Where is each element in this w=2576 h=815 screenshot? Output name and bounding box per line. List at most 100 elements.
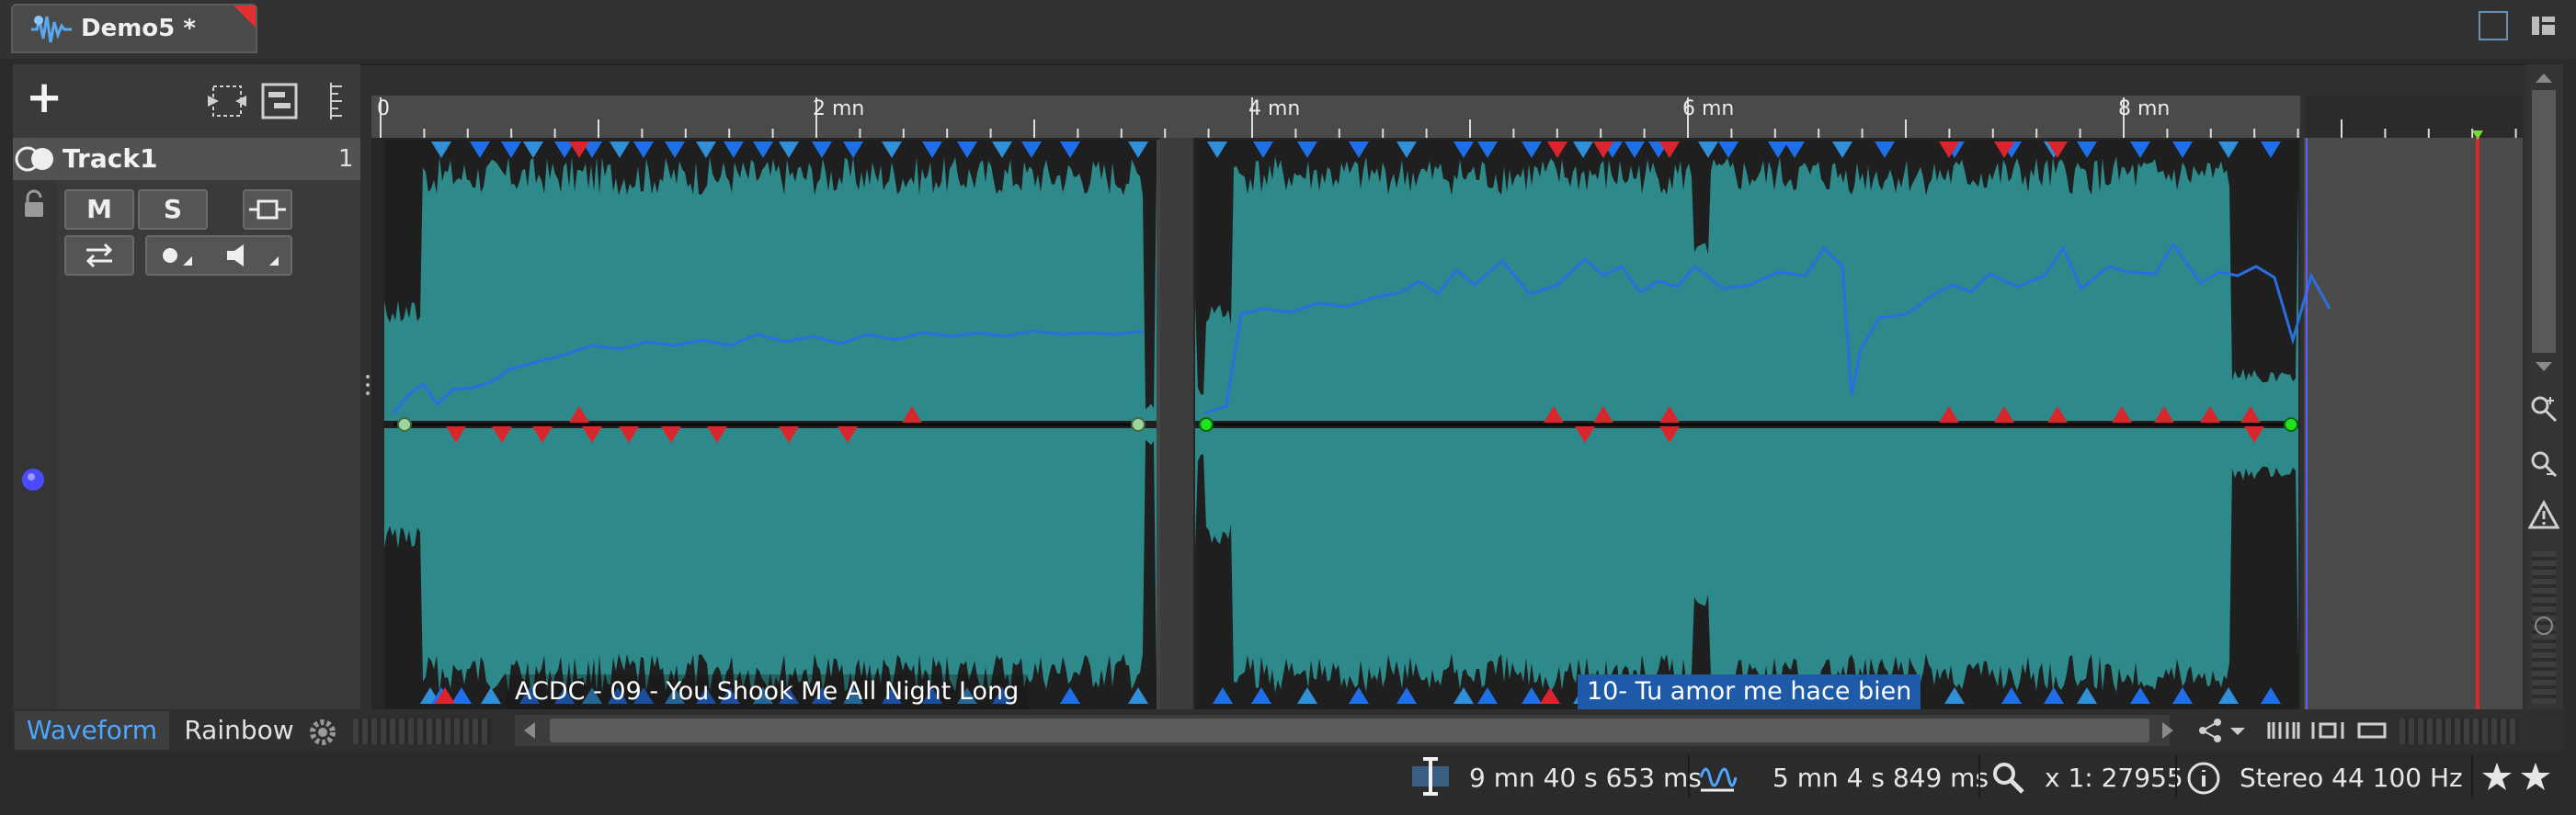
track-focus-icon[interactable] [20, 467, 46, 492]
scroll-up-icon[interactable] [2530, 70, 2558, 86]
marker[interactable] [902, 406, 922, 423]
clip-2-name[interactable]: 10- Tu amor me hace bien [1578, 674, 1921, 709]
tab-rainbow[interactable]: Rainbow [175, 711, 303, 750]
audio-format[interactable]: Stereo 44 100 Hz [2240, 763, 2463, 793]
scroll-left-icon[interactable] [519, 719, 542, 742]
marker[interactable] [2077, 141, 2097, 158]
marker[interactable] [707, 426, 727, 443]
track-fx-button[interactable] [243, 189, 292, 230]
zoom-level[interactable]: x 1: 27955 [2045, 763, 2183, 793]
marker[interactable] [582, 426, 602, 443]
marker[interactable] [2240, 406, 2261, 423]
marker[interactable] [2261, 141, 2281, 158]
marker[interactable] [2130, 687, 2150, 704]
marker[interactable] [753, 141, 773, 158]
marker[interactable] [1522, 141, 1542, 158]
marker[interactable] [2172, 141, 2193, 158]
marker[interactable] [1768, 141, 1788, 158]
warning-icon[interactable] [2528, 500, 2559, 531]
marker[interactable] [446, 426, 466, 443]
search-icon[interactable] [1989, 759, 2026, 796]
marker[interactable] [992, 141, 1012, 158]
marker[interactable] [1349, 687, 1369, 704]
marker[interactable] [2047, 406, 2068, 423]
zoom-fit-all-icon[interactable] [2265, 717, 2302, 744]
selection-length[interactable]: 5 mn 4 s 849 ms [1772, 763, 1989, 793]
playhead[interactable] [2464, 129, 2491, 709]
favorites-icon[interactable] [2479, 759, 2570, 796]
marker[interactable] [1522, 687, 1542, 704]
marker[interactable] [1944, 687, 1965, 704]
marker[interactable] [838, 426, 858, 443]
marker[interactable] [2172, 687, 2193, 704]
layout-icon[interactable] [2526, 9, 2559, 42]
marker[interactable] [1544, 406, 1564, 423]
marker[interactable] [470, 141, 490, 158]
marker[interactable] [1659, 406, 1680, 423]
marker[interactable] [843, 141, 863, 158]
tab-waveform[interactable]: Waveform [15, 711, 169, 750]
marker[interactable] [569, 406, 589, 423]
marker[interactable] [523, 141, 543, 158]
marker[interactable] [1540, 687, 1560, 704]
marker[interactable] [779, 141, 799, 158]
marker[interactable] [1575, 426, 1595, 443]
marker[interactable] [2218, 141, 2239, 158]
marker[interactable] [1547, 141, 1567, 158]
marker[interactable] [1453, 141, 1474, 158]
marker[interactable] [1349, 141, 1369, 158]
track-name[interactable]: Track1 [63, 143, 157, 174]
marker[interactable] [492, 426, 512, 443]
marker[interactable] [665, 141, 685, 158]
marker[interactable] [1396, 141, 1417, 158]
marker-layer[interactable] [371, 138, 2523, 709]
marker[interactable] [1477, 141, 1498, 158]
mute-button[interactable]: M [64, 189, 134, 230]
marker[interactable] [1994, 406, 2014, 423]
marker[interactable] [501, 141, 521, 158]
marker[interactable] [1297, 141, 1317, 158]
marker[interactable] [569, 141, 589, 158]
zoom-selection-icon[interactable] [2309, 717, 2346, 744]
horizontal-scroll-thumb[interactable] [550, 719, 2149, 742]
marker[interactable] [1021, 141, 1042, 158]
share-dropdown-icon[interactable] [2195, 715, 2247, 746]
cursor-position[interactable]: 9 mn 40 s 653 ms [1469, 763, 1702, 793]
marker[interactable] [2261, 687, 2281, 704]
ruler-settings-icon[interactable] [325, 81, 349, 121]
marker[interactable] [1060, 141, 1080, 158]
marker[interactable] [1128, 141, 1148, 158]
marker[interactable] [2077, 687, 2097, 704]
marker[interactable] [1875, 141, 1895, 158]
marker[interactable] [1718, 141, 1738, 158]
track-layout-icon[interactable] [259, 81, 300, 121]
marker[interactable] [1939, 406, 1959, 423]
marker[interactable] [779, 426, 799, 443]
panel-resize-handle[interactable] [364, 371, 371, 399]
marker[interactable] [957, 141, 977, 158]
marker[interactable] [2044, 687, 2064, 704]
marker[interactable] [481, 687, 501, 704]
marker[interactable] [610, 141, 630, 158]
clip-1-name[interactable]: ACDC - 09 - You Shook Me All Night Long [506, 674, 1029, 709]
marker[interactable] [2244, 426, 2264, 443]
marker[interactable] [661, 426, 681, 443]
marker[interactable] [1253, 141, 1273, 158]
solo-button[interactable]: S [138, 189, 208, 230]
marker[interactable] [1593, 406, 1613, 423]
horizontal-zoom-slider[interactable] [353, 719, 491, 744]
zoom-window-icon[interactable] [2354, 717, 2390, 744]
gear-icon[interactable] [307, 717, 338, 748]
lock-icon[interactable] [20, 189, 48, 221]
marker[interactable] [619, 426, 639, 443]
marker[interactable] [1297, 687, 1317, 704]
fit-selection-icon[interactable] [206, 83, 248, 119]
track-height-slider[interactable] [2399, 719, 2519, 744]
zoom-in-vertical-icon[interactable] [2528, 393, 2559, 424]
marker[interactable] [812, 141, 832, 158]
marker[interactable] [724, 141, 744, 158]
marker[interactable] [1251, 687, 1271, 704]
marker[interactable] [1659, 426, 1680, 443]
track-routing-button[interactable] [64, 235, 134, 276]
marker[interactable] [922, 141, 942, 158]
